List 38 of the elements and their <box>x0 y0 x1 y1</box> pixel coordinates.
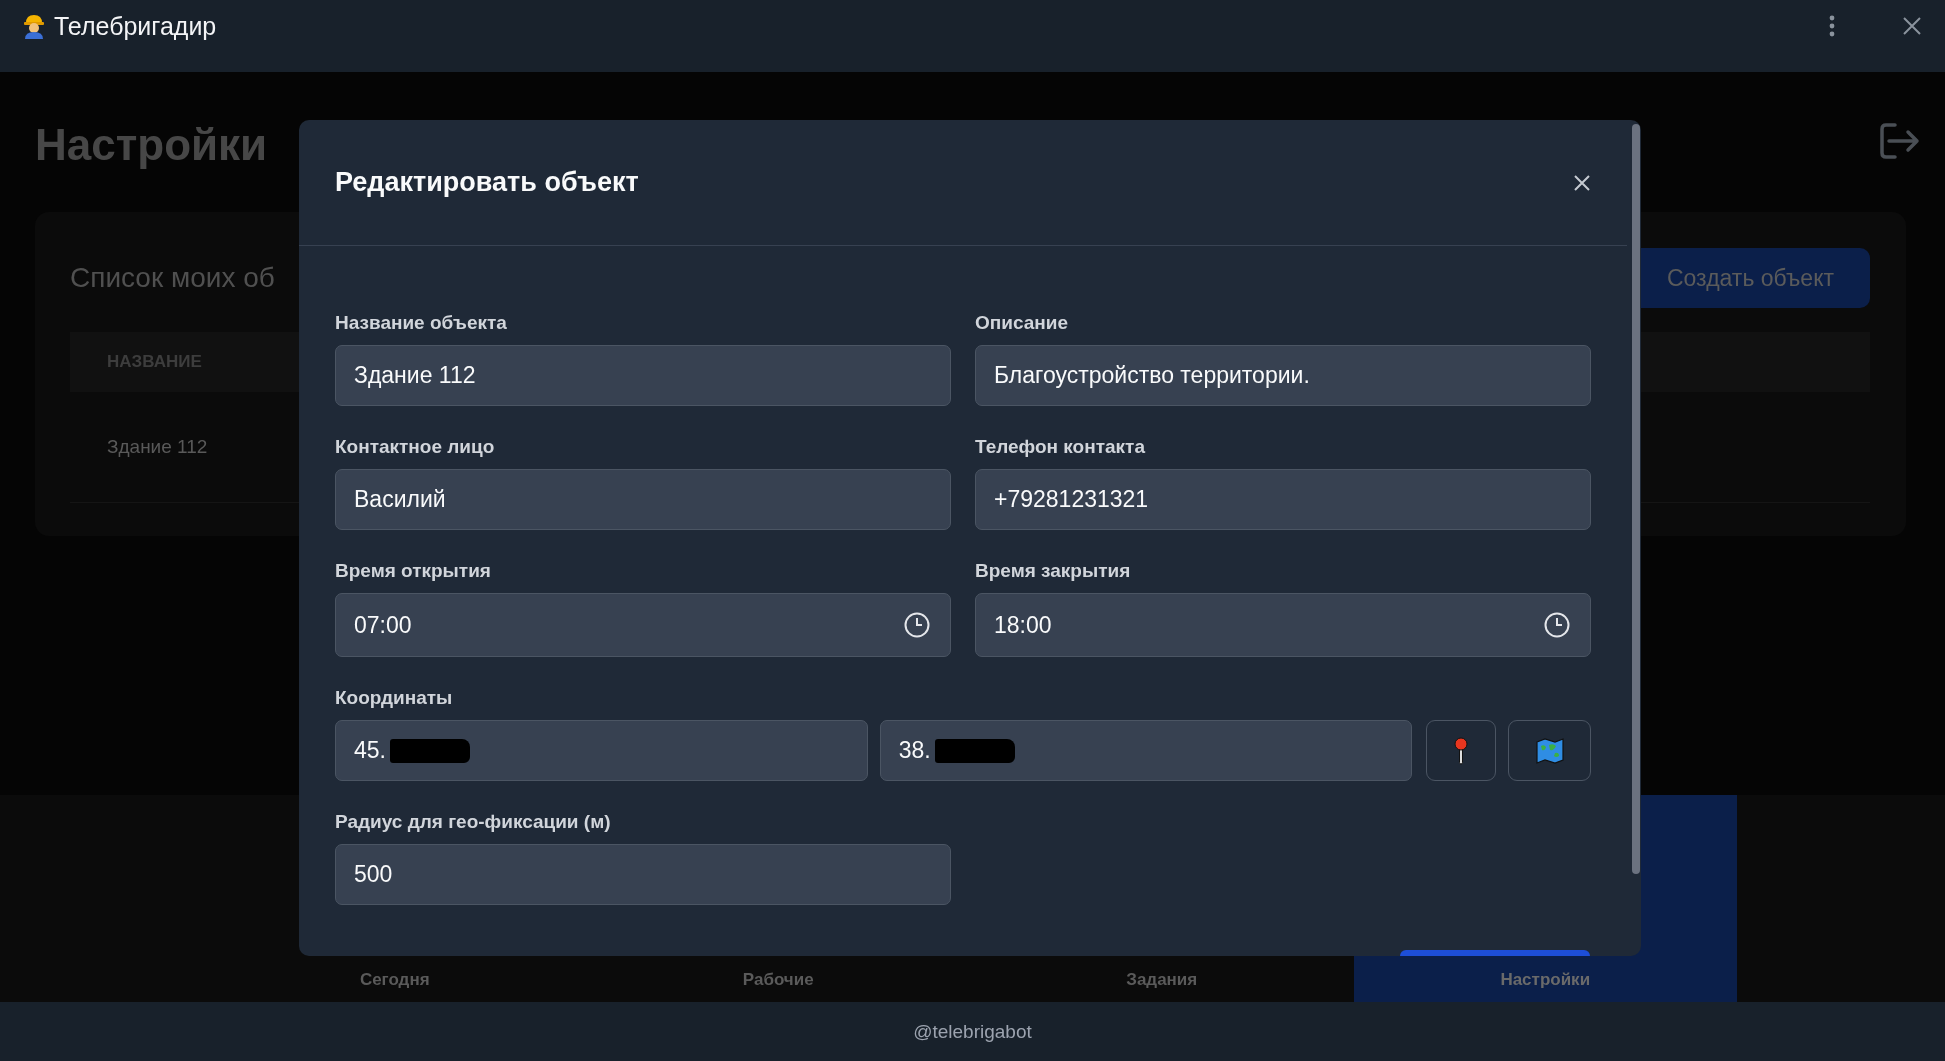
page-title: Настройки <box>35 120 268 170</box>
menu-icon[interactable] <box>1829 15 1835 37</box>
map-button[interactable] <box>1508 720 1591 781</box>
input-field[interactable]: +79281231321 <box>975 469 1591 530</box>
field-value: 18:00 <box>994 611 1052 639</box>
close-icon[interactable] <box>1903 17 1921 35</box>
field-value: 45. <box>354 737 386 764</box>
input-field[interactable]: 45. <box>335 720 868 781</box>
field-label: Координаты <box>335 687 454 710</box>
dialog-title: Редактировать объект <box>335 167 639 198</box>
table-cell: Здание 112 <box>107 436 208 458</box>
input-field[interactable]: 38. <box>879 720 1413 781</box>
field-label: Название объекта <box>335 312 508 335</box>
input-field[interactable]: 500 <box>335 844 951 905</box>
time-field[interactable]: 18:00 <box>975 593 1591 657</box>
app-title: Телебригадир <box>54 11 217 41</box>
field-label: Контактное лицо <box>335 436 496 459</box>
scrollbar-thumb[interactable] <box>1632 124 1640 874</box>
input-field[interactable]: Благоустройство территории. <box>975 345 1591 406</box>
field-label: Телефон контакта <box>975 436 1146 459</box>
time-field[interactable]: 07:00 <box>335 593 951 657</box>
close-icon[interactable] <box>1574 174 1590 191</box>
field-value: 38. <box>898 737 931 764</box>
pin-icon <box>1454 736 1469 765</box>
clock-icon[interactable] <box>904 612 930 638</box>
worker-icon <box>22 13 46 39</box>
bot-handle: @telebrigabot <box>913 1020 1032 1043</box>
input-field[interactable]: Василий <box>335 469 951 530</box>
field-label: Время закрытия <box>975 560 1132 583</box>
field-label: Описание <box>975 312 1070 335</box>
input-field[interactable]: Здание 112 <box>335 345 951 406</box>
pin-button[interactable] <box>1426 720 1497 781</box>
field-value: 07:00 <box>354 611 412 639</box>
clock-icon[interactable] <box>1544 612 1570 638</box>
map-icon <box>1535 737 1564 764</box>
card-title: Список моих об <box>70 262 275 294</box>
field-label: Время открытия <box>335 560 492 583</box>
field-label: Радиус для гео-фиксации (м) <box>335 811 612 834</box>
